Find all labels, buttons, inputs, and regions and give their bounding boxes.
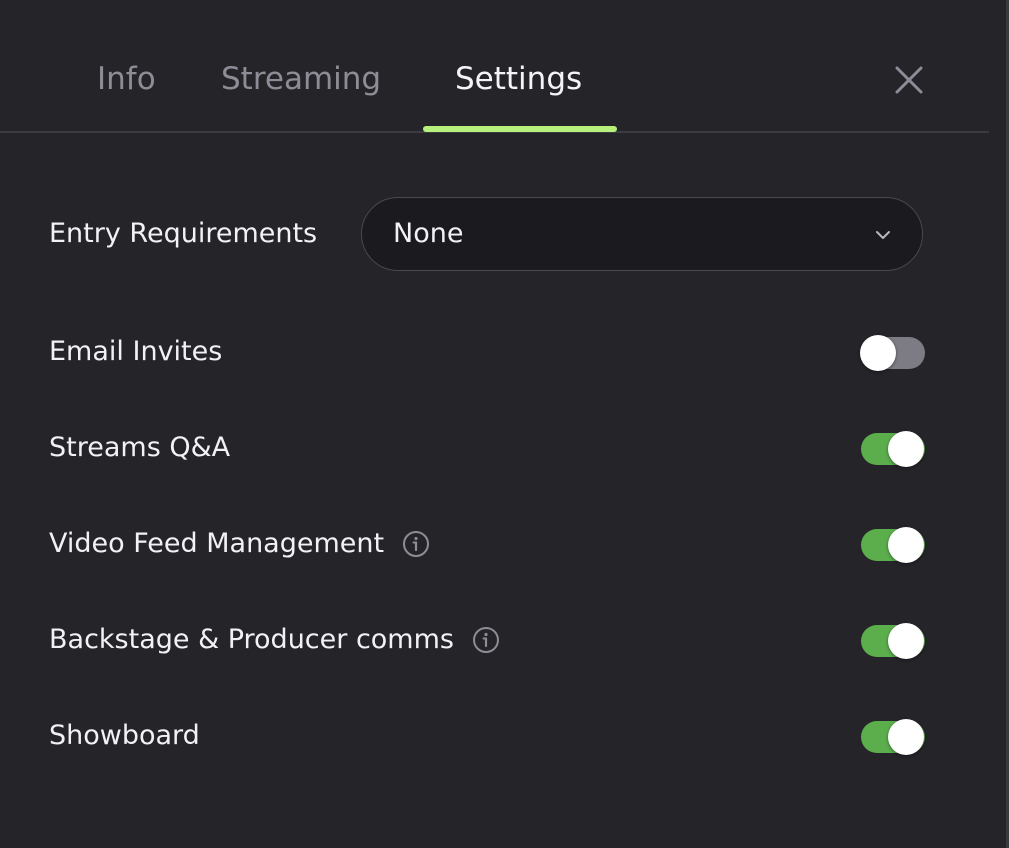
email-invites-toggle[interactable]	[860, 335, 925, 371]
active-tab-indicator	[423, 126, 617, 132]
setting-label-text: Video Feed Management	[49, 528, 385, 559]
toggle-knob	[888, 527, 924, 563]
video-feed-management-toggle[interactable]	[861, 527, 925, 563]
toggle-knob	[888, 431, 924, 467]
tab-info[interactable]: Info	[97, 56, 156, 102]
setting-label-text: Email Invites	[49, 336, 223, 367]
backstage-producer-comms-toggle[interactable]	[861, 623, 925, 659]
setting-label-backstage-producer-comms: Backstage & Producer comms	[49, 622, 500, 658]
showboard-toggle[interactable]	[861, 719, 925, 755]
setting-label-streams-qa: Streams Q&A	[49, 430, 230, 466]
setting-label-showboard: Showboard	[49, 718, 200, 754]
entry-requirements-label: Entry Requirements	[49, 218, 318, 249]
toggle-knob	[860, 335, 896, 371]
toggle-knob	[888, 623, 924, 659]
streams-qa-toggle[interactable]	[861, 431, 925, 467]
close-icon	[895, 66, 923, 94]
setting-label-video-feed-management: Video Feed Management	[49, 526, 430, 562]
info-icon[interactable]	[472, 626, 500, 654]
setting-label-text: Streams Q&A	[49, 432, 231, 463]
toggle-knob	[888, 719, 924, 755]
tab-settings[interactable]: Settings	[455, 56, 582, 102]
info-icon[interactable]	[402, 530, 430, 558]
setting-label-email-invites: Email Invites	[49, 334, 222, 370]
tab-streaming[interactable]: Streaming	[221, 56, 381, 102]
settings-panel: Info Streaming Settings Entry Requiremen…	[0, 0, 1009, 848]
setting-label-text: Backstage & Producer comms	[49, 624, 454, 655]
entry-requirements-value: None	[393, 218, 464, 249]
chevron-down-icon	[876, 231, 890, 239]
setting-label-text: Showboard	[49, 720, 200, 751]
entry-requirements-select[interactable]: None	[361, 197, 923, 271]
tab-bar: Info Streaming Settings	[0, 0, 989, 133]
close-button[interactable]	[891, 62, 927, 98]
